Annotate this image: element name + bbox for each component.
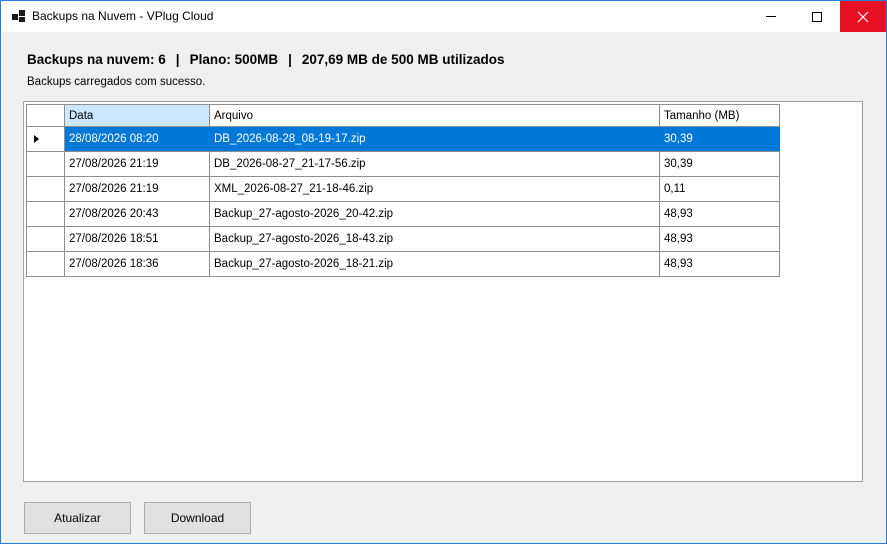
table-row[interactable]: 27/08/2026 21:19 XML_2026-08-27_21-18-46… bbox=[26, 177, 780, 202]
separator: | bbox=[175, 52, 180, 67]
row-header[interactable] bbox=[26, 127, 65, 152]
cell-data[interactable]: 27/08/2026 18:51 bbox=[65, 227, 210, 252]
cell-data[interactable]: 27/08/2026 20:43 bbox=[65, 202, 210, 227]
column-header-data[interactable]: Data bbox=[65, 104, 210, 127]
usage-info: 207,69 MB de 500 MB utilizados bbox=[301, 52, 505, 67]
row-header[interactable] bbox=[26, 152, 65, 177]
cell-tamanho[interactable]: 0,11 bbox=[660, 177, 780, 202]
cell-arquivo[interactable]: Backup_27-agosto-2026_20-42.zip bbox=[210, 202, 660, 227]
cell-tamanho[interactable]: 48,93 bbox=[660, 202, 780, 227]
minimize-button[interactable] bbox=[748, 1, 794, 32]
cell-arquivo[interactable]: DB_2026-08-28_08-19-17.zip bbox=[210, 127, 660, 152]
status-message: Backups carregados com sucesso. bbox=[27, 76, 206, 88]
row-header[interactable] bbox=[26, 252, 65, 277]
title-bar[interactable]: Backups na Nuvem - VPlug Cloud bbox=[1, 1, 886, 32]
cell-arquivo[interactable]: Backup_27-agosto-2026_18-21.zip bbox=[210, 252, 660, 277]
cell-data[interactable]: 28/08/2026 08:20 bbox=[65, 127, 210, 152]
cell-tamanho[interactable]: 30,39 bbox=[660, 127, 780, 152]
close-icon bbox=[857, 11, 869, 22]
cell-tamanho[interactable]: 48,93 bbox=[660, 227, 780, 252]
table-row[interactable]: 27/08/2026 18:36 Backup_27-agosto-2026_1… bbox=[26, 252, 780, 277]
row-header[interactable] bbox=[26, 227, 65, 252]
cell-tamanho[interactable]: 30,39 bbox=[660, 152, 780, 177]
refresh-button[interactable]: Atualizar bbox=[24, 502, 131, 534]
window-title: Backups na Nuvem - VPlug Cloud bbox=[32, 9, 214, 23]
cell-data[interactable]: 27/08/2026 21:19 bbox=[65, 177, 210, 202]
plan-info: Plano: 500MB bbox=[189, 52, 279, 67]
separator: | bbox=[288, 52, 292, 67]
cell-data[interactable]: 27/08/2026 18:36 bbox=[65, 252, 210, 277]
table-row[interactable]: 28/08/2026 08:20 DB_2026-08-28_08-19-17.… bbox=[26, 127, 780, 152]
minimize-icon bbox=[766, 16, 776, 17]
cell-arquivo[interactable]: XML_2026-08-27_21-18-46.zip bbox=[210, 177, 660, 202]
table-row[interactable]: 27/08/2026 20:43 Backup_27-agosto-2026_2… bbox=[26, 202, 780, 227]
backup-count: Backups na nuvem: 6 bbox=[27, 52, 166, 67]
app-window: Backups na Nuvem - VPlug Cloud Backups n… bbox=[0, 0, 887, 544]
cell-tamanho[interactable]: 48,93 bbox=[660, 252, 780, 277]
grid-header: Data Arquivo Tamanho (MB) bbox=[26, 104, 780, 127]
table-row[interactable]: 27/08/2026 18:51 Backup_27-agosto-2026_1… bbox=[26, 227, 780, 252]
row-header[interactable] bbox=[26, 202, 65, 227]
cell-arquivo[interactable]: Backup_27-agosto-2026_18-43.zip bbox=[210, 227, 660, 252]
download-button[interactable]: Download bbox=[144, 502, 251, 534]
maximize-icon bbox=[812, 11, 822, 22]
column-header-arquivo[interactable]: Arquivo bbox=[210, 104, 660, 127]
app-window-icon bbox=[12, 10, 26, 22]
backups-grid[interactable]: Data Arquivo Tamanho (MB) 28/08/2026 08:… bbox=[23, 101, 863, 482]
row-header-corner[interactable] bbox=[26, 104, 65, 127]
summary-line: Backups na nuvem: 6 | Plano: 500MB | 207,69 … bbox=[27, 52, 504, 67]
maximize-button[interactable] bbox=[794, 1, 840, 32]
cell-arquivo[interactable]: DB_2026-08-27_21-17-56.zip bbox=[210, 152, 660, 177]
cell-data[interactable]: 27/08/2026 21:19 bbox=[65, 152, 210, 177]
row-pointer-icon bbox=[34, 135, 39, 143]
column-header-tamanho[interactable]: Tamanho (MB) bbox=[660, 104, 780, 127]
row-header[interactable] bbox=[26, 177, 65, 202]
close-button[interactable] bbox=[840, 1, 886, 32]
table-row[interactable]: 27/08/2026 21:19 DB_2026-08-27_21-17-56.… bbox=[26, 152, 780, 177]
